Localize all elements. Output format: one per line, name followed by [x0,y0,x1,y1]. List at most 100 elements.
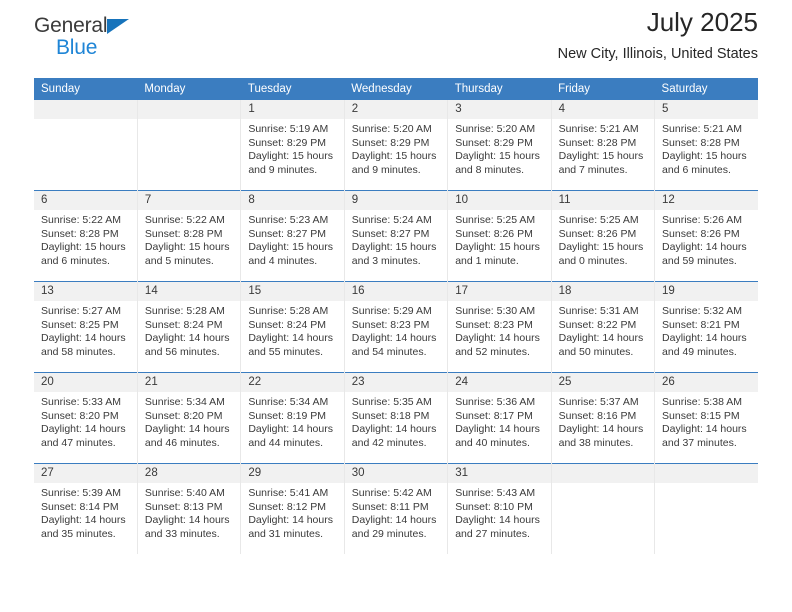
calendar-day-cell[interactable]: 23 Sunrise: 5:35 AM Sunset: 8:18 PM Dayligh… [344,372,449,464]
daylight-text: Daylight: 14 hours [558,332,644,345]
calendar-day-cell[interactable]: 12 Sunrise: 5:26 AM Sunset: 8:26 PM Dayligh… [654,190,758,282]
sunrise-text: Sunrise: 5:27 AM [41,305,121,317]
calendar-day-cell[interactable]: 11 Sunrise: 5:25 AM Sunset: 8:26 PM Dayligh… [551,190,656,282]
sunrise-text: Sunrise: 5:33 AM [41,396,121,408]
sunrise-text: Sunrise: 5:34 AM [248,396,329,408]
calendar-day-cell[interactable]: 21 Sunrise: 5:34 AM Sunset: 8:20 PM Dayligh… [137,372,242,464]
daylight-text-cont: and 47 minutes. [41,436,116,449]
day-details: Sunrise: 5:38 AM Sunset: 8:15 PM Daylight:… [655,392,758,450]
calendar-day-cell[interactable]: 22 Sunrise: 5:34 AM Sunset: 8:19 PM Dayligh… [240,372,345,464]
calendar-day-cell[interactable]: 27 Sunrise: 5:39 AM Sunset: 8:14 PM Dayligh… [34,463,138,554]
calendar-day-cell[interactable]: 8 Sunrise: 5:23 AM Sunset: 8:27 PM Daylight… [240,190,345,282]
daylight-text-cont: and 58 minutes. [41,345,116,358]
calendar-day-cell[interactable]: 6 Sunrise: 5:22 AM Sunset: 8:28 PM Daylight… [34,190,138,282]
daylight-text-cont: and 52 minutes. [455,345,530,358]
day-number: 7 [137,191,241,210]
sunrise-text: Sunrise: 5:38 AM [662,396,742,408]
daylight-text-cont: and 42 minutes. [351,436,427,449]
daylight-text: Daylight: 15 hours [662,150,747,163]
calendar-day-cell[interactable]: 9 Sunrise: 5:24 AM Sunset: 8:27 PM Daylight… [344,190,449,282]
calendar-day-cell[interactable]: 7 Sunrise: 5:22 AM Sunset: 8:28 PM Daylight… [137,190,242,282]
calendar-day-cell[interactable]: 29 Sunrise: 5:41 AM Sunset: 8:12 PM Dayligh… [240,463,345,554]
day-number: 18 [551,282,655,301]
calendar-day-cell[interactable]: 16 Sunrise: 5:29 AM Sunset: 8:23 PM Dayligh… [344,281,449,373]
calendar-day-cell[interactable]: 2 Sunrise: 5:20 AM Sunset: 8:29 PM Daylight… [344,100,449,191]
sunrise-text: Sunrise: 5:28 AM [144,305,225,317]
calendar-day-cell[interactable]: 26 Sunrise: 5:38 AM Sunset: 8:15 PM Dayligh… [654,372,758,464]
calendar-day-cell[interactable]: 30 Sunrise: 5:42 AM Sunset: 8:11 PM Dayligh… [344,463,449,554]
calendar-day-cell[interactable]: 1 Sunrise: 5:19 AM Sunset: 8:29 PM Daylight… [240,100,345,191]
calendar-day-cell[interactable]: 13 Sunrise: 5:27 AM Sunset: 8:25 PM Dayligh… [34,281,138,373]
general-blue-logo[interactable]: General Blue [34,0,130,58]
daylight-text: Daylight: 14 hours [558,423,644,436]
calendar-day-cell[interactable]: 24 Sunrise: 5:36 AM Sunset: 8:17 PM Dayligh… [447,372,552,464]
sunrise-text: Sunrise: 5:25 AM [455,214,536,226]
calendar-day-cell[interactable]: 25 Sunrise: 5:37 AM Sunset: 8:16 PM Dayligh… [551,372,656,464]
day-number: 2 [344,100,448,119]
day-details: Sunrise: 5:32 AM Sunset: 8:21 PM Daylight:… [655,301,758,359]
sunrise-text: Sunrise: 5:34 AM [144,396,225,408]
day-details: Sunrise: 5:27 AM Sunset: 8:25 PM Daylight:… [34,301,137,359]
day-details: Sunrise: 5:20 AM Sunset: 8:29 PM Daylight:… [345,119,447,177]
day-details: Sunrise: 5:28 AM Sunset: 8:24 PM Daylight:… [241,301,343,359]
sunrise-text: Sunrise: 5:32 AM [662,305,742,317]
sunset-text: Sunset: 8:12 PM [248,500,326,513]
calendar-day-cell[interactable]: 3 Sunrise: 5:20 AM Sunset: 8:29 PM Daylight… [447,100,552,191]
daylight-text: Daylight: 14 hours [662,423,747,436]
daylight-text: Daylight: 14 hours [248,423,333,436]
day-number: 15 [241,282,344,301]
daylight-text-cont: and 56 minutes. [144,345,220,358]
day-number: 3 [448,100,551,119]
calendar-cell-empty [137,100,242,191]
day-details: Sunrise: 5:36 AM Sunset: 8:17 PM Daylight:… [448,392,550,450]
day-number: 23 [344,373,448,392]
day-details: Sunrise: 5:19 AM Sunset: 8:29 PM Daylight:… [241,119,343,177]
day-details: Sunrise: 5:43 AM Sunset: 8:10 PM Daylight:… [448,483,550,541]
sunset-text: Sunset: 8:26 PM [662,227,740,240]
sunrise-text: Sunrise: 5:21 AM [558,123,639,135]
day-number: 20 [34,373,137,392]
daylight-text-cont: and 33 minutes. [144,527,220,540]
sunrise-text: Sunrise: 5:22 AM [144,214,225,226]
sunset-text: Sunset: 8:28 PM [41,227,119,240]
logo-triangle-icon [107,19,130,34]
sunset-text: Sunset: 8:13 PM [144,500,223,513]
daylight-text: Daylight: 15 hours [351,241,437,254]
day-number [34,100,137,119]
page-subtitle: New City, Illinois, United States [557,45,758,62]
sunset-text: Sunset: 8:23 PM [455,318,533,331]
calendar-day-cell[interactable]: 20 Sunrise: 5:33 AM Sunset: 8:20 PM Dayligh… [34,372,138,464]
day-details: Sunrise: 5:40 AM Sunset: 8:13 PM Daylight:… [138,483,240,541]
sunrise-text: Sunrise: 5:22 AM [41,214,121,226]
day-number [137,100,241,119]
calendar-day-cell[interactable]: 5 Sunrise: 5:21 AM Sunset: 8:28 PM Daylight… [655,100,758,191]
calendar-day-cell[interactable]: 19 Sunrise: 5:32 AM Sunset: 8:21 PM Dayligh… [654,281,758,373]
daylight-text-cont: and 3 minutes. [351,254,421,267]
logo-text-general: General [34,14,108,37]
day-number: 4 [551,100,655,119]
title-block: July 2025 New City, Illinois, United Sta… [558,0,758,62]
calendar-day-cell[interactable]: 31 Sunrise: 5:43 AM Sunset: 8:10 PM Dayligh… [447,463,552,554]
daylight-text: Daylight: 14 hours [662,241,747,254]
sunrise-text: Sunrise: 5:23 AM [248,214,329,226]
day-number: 28 [137,464,241,483]
calendar-day-cell[interactable]: 28 Sunrise: 5:40 AM Sunset: 8:13 PM Dayligh… [137,463,242,554]
daylight-text: Daylight: 15 hours [248,241,333,254]
calendar-day-cell[interactable]: 17 Sunrise: 5:30 AM Sunset: 8:23 PM Dayligh… [447,281,552,373]
sunset-text: Sunset: 8:20 PM [144,409,223,422]
sunset-text: Sunset: 8:22 PM [558,318,637,331]
sunrise-text: Sunrise: 5:29 AM [351,305,432,317]
calendar-day-cell[interactable]: 10 Sunrise: 5:25 AM Sunset: 8:26 PM Dayligh… [447,190,552,282]
day-number: 14 [137,282,241,301]
daylight-text: Daylight: 15 hours [41,241,126,254]
sunrise-text: Sunrise: 5:41 AM [248,487,329,499]
calendar-day-cell[interactable]: 14 Sunrise: 5:28 AM Sunset: 8:24 PM Dayligh… [137,281,242,373]
day-number: 9 [344,191,448,210]
daylight-text-cont: and 31 minutes. [248,527,324,540]
calendar-day-cell[interactable]: 4 Sunrise: 5:21 AM Sunset: 8:28 PM Daylight… [551,100,656,191]
calendar-day-cell[interactable]: 15 Sunrise: 5:28 AM Sunset: 8:24 PM Dayligh… [240,281,345,373]
weekday-header-monday: Monday [137,78,241,100]
calendar-day-cell[interactable]: 18 Sunrise: 5:31 AM Sunset: 8:22 PM Dayligh… [551,281,656,373]
day-details: Sunrise: 5:39 AM Sunset: 8:14 PM Daylight:… [34,483,137,541]
daylight-text-cont: and 40 minutes. [455,436,530,449]
